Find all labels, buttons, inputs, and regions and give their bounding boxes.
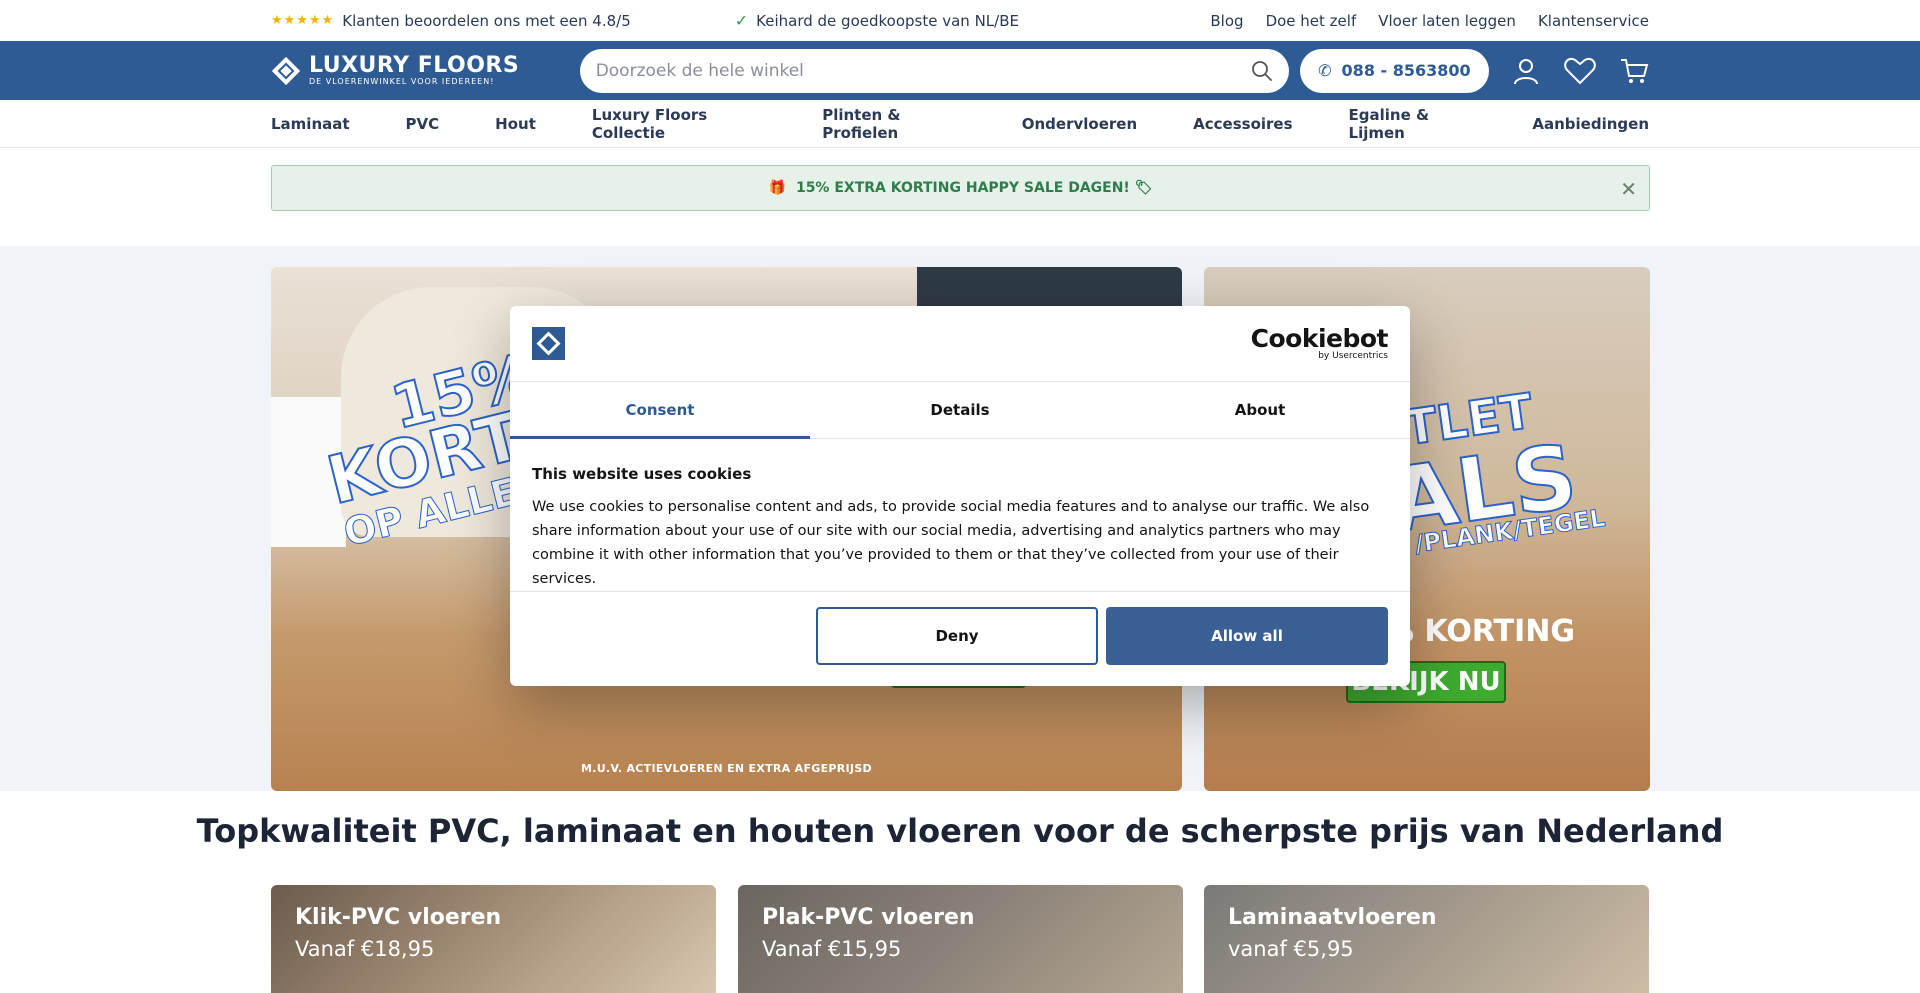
nav-item-pvc[interactable]: PVC xyxy=(406,115,440,133)
cookie-tabs: Consent Details About xyxy=(510,382,1410,439)
usp-text: Keihard de goedkoopste van NL/BE xyxy=(756,11,1019,30)
top-link-vloer-laten-leggen[interactable]: Vloer laten leggen xyxy=(1378,12,1516,30)
main-header: LUXURY FLOORS DE VLOERENWINKEL VOOR IEDE… xyxy=(0,41,1920,100)
star-rating-icon: ★★★★★ xyxy=(271,13,335,28)
phone-button[interactable]: ✆ 088 - 8563800 xyxy=(1299,48,1489,93)
account-icon[interactable] xyxy=(1511,56,1541,86)
logo-name: LUXURY FLOORS xyxy=(309,52,520,78)
phone-icon: ✆ xyxy=(1318,61,1332,80)
wishlist-heart-icon[interactable] xyxy=(1563,56,1597,86)
top-bar: ★★★★★ Klanten beoordelen ons met een 4.8… xyxy=(0,0,1920,41)
category-price: vanaf €5,95 xyxy=(1228,937,1354,961)
deny-button[interactable]: Deny xyxy=(816,607,1098,665)
category-title: Klik-PVC vloeren xyxy=(295,905,502,930)
category-card-klik-pvc[interactable]: Klik-PVC vloeren Vanaf €18,95 xyxy=(271,885,716,993)
rating-text: Klanten beoordelen ons met een 4.8/5 xyxy=(342,11,631,30)
cookie-dialog-body: This website uses cookies We use cookies… xyxy=(510,439,1410,592)
search-bar xyxy=(579,48,1289,93)
promo-text: 15% EXTRA KORTING HAPPY SALE DAGEN! 🏷 xyxy=(795,180,1153,196)
cookie-text: We use cookies to personalise content an… xyxy=(532,499,1370,587)
category-title: Plak-PVC vloeren xyxy=(762,905,975,930)
site-logo-icon xyxy=(532,327,565,360)
hero-fine-print: M.U.V. ACTIEVLOEREN EN EXTRA AFGEPRIJSD xyxy=(581,762,872,775)
nav-item-accessoires[interactable]: Accessoires xyxy=(1193,115,1292,133)
rating: ★★★★★ Klanten beoordelen ons met een 4.8… xyxy=(271,12,631,30)
tab-about[interactable]: About xyxy=(1110,382,1410,438)
search-icon[interactable] xyxy=(1251,60,1273,82)
cookiebot-logo: Cookiebot by Usercentrics xyxy=(1250,323,1389,361)
page-headline: Topkwaliteit PVC, laminaat en houten vlo… xyxy=(196,812,1724,850)
top-link-klantenservice[interactable]: Klantenservice xyxy=(1538,12,1649,30)
cookie-dialog-header: Cookiebot by Usercentrics xyxy=(510,306,1410,382)
nav-item-hout[interactable]: Hout xyxy=(495,115,536,133)
site-logo[interactable]: LUXURY FLOORS DE VLOERENWINKEL VOOR IEDE… xyxy=(271,52,580,87)
top-links: Blog Doe het zelf Vloer laten leggen Kla… xyxy=(1210,12,1649,30)
promo-banner[interactable]: 🎁 15% EXTRA KORTING HAPPY SALE DAGEN! 🏷 … xyxy=(271,165,1650,211)
nav-item-egaline-lijmen[interactable]: Egaline & Lijmen xyxy=(1349,106,1477,142)
phone-number: 088 - 8563800 xyxy=(1341,61,1471,80)
category-card-laminaat[interactable]: Laminaatvloeren vanaf €5,95 xyxy=(1204,885,1649,993)
tab-details[interactable]: Details xyxy=(810,382,1110,438)
nav-item-plinten-profielen[interactable]: Plinten & Profielen xyxy=(822,106,966,142)
search-input[interactable] xyxy=(595,60,1251,81)
gift-icon: 🎁 xyxy=(768,180,786,196)
category-card-plak-pvc[interactable]: Plak-PVC vloeren Vanaf €15,95 xyxy=(738,885,1183,993)
logo-tagline: DE VLOERENWINKEL VOOR IEDEREEN! xyxy=(309,76,495,86)
check-icon: ✓ xyxy=(734,11,749,30)
top-link-blog[interactable]: Blog xyxy=(1210,12,1243,30)
cookie-actions: Deny Allow all xyxy=(510,592,1410,680)
category-price: Vanaf €18,95 xyxy=(295,937,435,961)
close-icon[interactable]: ✕ xyxy=(1620,177,1637,201)
nav-item-luxury-floors-collectie[interactable]: Luxury Floors Collectie xyxy=(592,106,766,142)
usp: ✓ Keihard de goedkoopste van NL/BE xyxy=(735,11,1019,30)
cart-icon[interactable] xyxy=(1619,56,1649,86)
cookie-consent-dialog: Cookiebot by Usercentrics Consent Detail… xyxy=(510,306,1410,686)
category-price: Vanaf €15,95 xyxy=(762,937,902,961)
main-navigation: Laminaat PVC Hout Luxury Floors Collecti… xyxy=(0,100,1920,148)
side-banner-korting: % KORTING xyxy=(1384,614,1576,649)
top-link-doe-het-zelf[interactable]: Doe het zelf xyxy=(1266,12,1357,30)
nav-item-aanbiedingen[interactable]: Aanbiedingen xyxy=(1532,115,1649,133)
allow-all-button[interactable]: Allow all xyxy=(1106,607,1388,665)
cookie-title: This website uses cookies xyxy=(532,465,752,483)
tab-consent[interactable]: Consent xyxy=(510,382,810,439)
nav-item-ondervloeren[interactable]: Ondervloeren xyxy=(1022,115,1137,133)
category-title: Laminaatvloeren xyxy=(1228,905,1437,930)
logo-mark-icon xyxy=(271,56,301,86)
cookiebot-brand: Cookiebot xyxy=(1250,323,1389,353)
nav-item-laminaat[interactable]: Laminaat xyxy=(271,115,350,133)
